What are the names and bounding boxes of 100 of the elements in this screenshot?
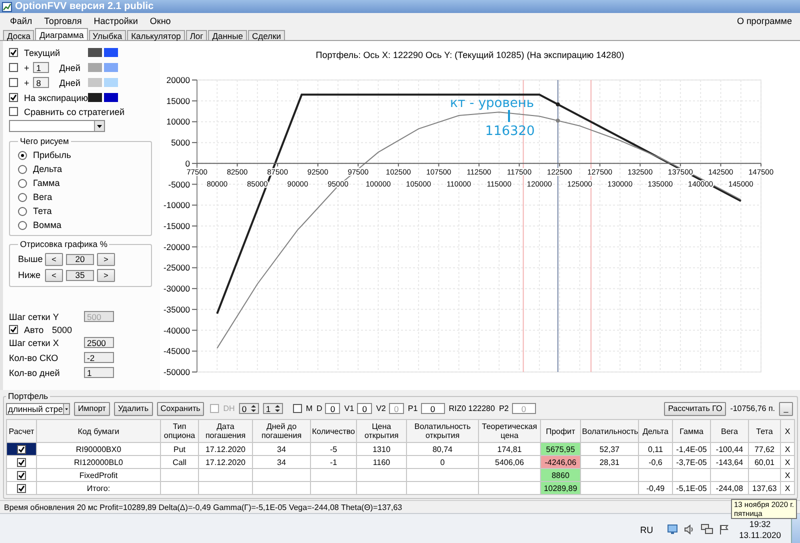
group-title: Чего рисуем bbox=[19, 136, 70, 146]
flag-icon[interactable] bbox=[719, 524, 730, 535]
radio-button[interactable] bbox=[18, 192, 27, 202]
tab[interactable]: Улыбка bbox=[88, 30, 126, 40]
setting-field[interactable]: 2500 bbox=[84, 337, 114, 348]
y-tick-label: -10000 bbox=[164, 200, 190, 210]
network-icon[interactable] bbox=[701, 524, 714, 535]
setting-field[interactable]: 1 bbox=[84, 367, 114, 378]
clock[interactable]: 19:32 13.11.2020 bbox=[739, 518, 781, 540]
increase-button[interactable]: > bbox=[97, 268, 115, 282]
selection-cell[interactable] bbox=[6, 442, 36, 456]
setting-label: Шаг сетки X bbox=[9, 338, 60, 348]
tab[interactable]: Доска bbox=[3, 30, 34, 40]
setting-field[interactable]: -2 bbox=[84, 352, 114, 363]
radio-button[interactable] bbox=[18, 220, 27, 230]
checkbox[interactable] bbox=[9, 78, 18, 87]
param-field[interactable]: 0 bbox=[325, 403, 340, 414]
tab[interactable]: Диаграмма bbox=[35, 28, 88, 40]
tab[interactable]: Сделки bbox=[248, 30, 285, 40]
column-header[interactable]: Профит bbox=[540, 420, 580, 442]
color-swatch[interactable] bbox=[88, 48, 102, 57]
percent-field[interactable]: 35 bbox=[66, 270, 94, 280]
option-label: Гамма bbox=[33, 178, 60, 188]
column-header[interactable]: Расчет bbox=[6, 420, 36, 442]
minimize-button[interactable]: _ bbox=[779, 402, 793, 416]
column-header[interactable]: Волатильность открытия bbox=[406, 420, 478, 442]
column-header[interactable]: Теоретическая цена bbox=[478, 420, 540, 442]
column-header[interactable]: Тета bbox=[748, 420, 780, 442]
days-field[interactable]: 8 bbox=[33, 77, 50, 88]
menu-item[interactable]: Файл bbox=[4, 16, 38, 26]
y-tick-label: -15000 bbox=[164, 221, 190, 231]
toolbar-button[interactable]: Сохранить bbox=[156, 402, 204, 416]
selection-cell[interactable] bbox=[6, 482, 36, 494]
tab[interactable]: Данные bbox=[208, 30, 247, 40]
column-header[interactable]: Дней до погашения bbox=[252, 420, 310, 442]
strategy-dropdown[interactable]: длинный стре bbox=[6, 402, 70, 414]
checkbox[interactable] bbox=[9, 48, 18, 57]
color-swatch[interactable] bbox=[88, 93, 102, 102]
radio-button[interactable] bbox=[18, 206, 27, 216]
radio-button[interactable] bbox=[18, 150, 27, 160]
selection-cell[interactable] bbox=[6, 468, 36, 482]
table-cell: -5 bbox=[310, 442, 356, 456]
column-header[interactable]: X bbox=[780, 420, 794, 442]
toolbar-button[interactable]: Импорт bbox=[74, 402, 110, 416]
table-cell: -100,44 bbox=[710, 442, 748, 456]
radio-button[interactable] bbox=[18, 178, 27, 188]
spin-arrows-icon bbox=[274, 404, 281, 413]
menu-item[interactable]: Окно bbox=[144, 16, 177, 26]
decrease-button[interactable]: < bbox=[45, 268, 63, 282]
checkbox[interactable] bbox=[17, 470, 26, 480]
menu-item[interactable]: Настройки bbox=[88, 16, 144, 26]
column-header[interactable]: Гамма bbox=[672, 420, 710, 442]
decrease-button[interactable]: < bbox=[45, 252, 63, 266]
days-field[interactable]: 1 bbox=[33, 62, 50, 73]
menu-item[interactable]: О программе bbox=[732, 16, 796, 26]
param-field[interactable]: 0 bbox=[357, 403, 372, 414]
param-field[interactable]: 0 bbox=[420, 403, 445, 414]
tab[interactable]: Калькулятор bbox=[127, 30, 185, 40]
column-header[interactable]: Вега bbox=[710, 420, 748, 442]
color-swatch[interactable] bbox=[88, 78, 102, 87]
column-header[interactable]: Дельта bbox=[638, 420, 672, 442]
selection-cell[interactable] bbox=[6, 456, 36, 468]
language-indicator[interactable]: RU bbox=[640, 524, 654, 534]
table-cell: 174,81 bbox=[478, 442, 540, 456]
spin-field[interactable]: 1 bbox=[262, 403, 283, 414]
column-header[interactable]: Дата погашения bbox=[198, 420, 252, 442]
increase-button[interactable]: > bbox=[97, 252, 115, 266]
column-header[interactable]: Количество bbox=[310, 420, 356, 442]
checkbox[interactable] bbox=[17, 458, 26, 466]
toolbar-button[interactable]: Удалить bbox=[114, 402, 153, 416]
column-header[interactable]: Волатильность bbox=[580, 420, 638, 442]
checkbox[interactable] bbox=[9, 107, 18, 116]
color-swatch[interactable] bbox=[104, 78, 118, 87]
column-header[interactable]: Тип опциона bbox=[160, 420, 198, 442]
radio-button[interactable] bbox=[18, 164, 27, 174]
color-swatch[interactable] bbox=[88, 63, 102, 72]
y-tick-label: 20000 bbox=[166, 75, 190, 85]
checkbox[interactable] bbox=[9, 93, 18, 102]
table-cell: RI120000BL0 bbox=[36, 456, 160, 468]
spin-field[interactable]: 0 bbox=[238, 403, 259, 414]
color-swatch[interactable] bbox=[104, 48, 118, 57]
checkbox[interactable] bbox=[9, 63, 18, 72]
column-header[interactable]: Цена открытия bbox=[356, 420, 406, 442]
tab[interactable]: Лог bbox=[186, 30, 208, 40]
checkbox[interactable] bbox=[17, 444, 26, 454]
strategy-dropdown[interactable] bbox=[9, 120, 105, 132]
checkbox[interactable] bbox=[17, 484, 26, 492]
spin-arrows-icon bbox=[250, 404, 257, 413]
checkbox[interactable] bbox=[292, 404, 302, 413]
plus-sign: + bbox=[24, 78, 30, 88]
range-label: Ниже bbox=[18, 270, 42, 280]
checkbox[interactable] bbox=[9, 325, 18, 334]
calculate-button[interactable]: Рассчитать ГО bbox=[664, 402, 726, 416]
monitor-icon[interactable] bbox=[667, 524, 678, 535]
speaker-icon[interactable] bbox=[684, 524, 696, 535]
percent-field[interactable]: 20 bbox=[66, 254, 94, 264]
color-swatch[interactable] bbox=[104, 93, 118, 102]
column-header[interactable]: Код бумаги bbox=[36, 420, 160, 442]
color-swatch[interactable] bbox=[104, 63, 118, 72]
menu-item[interactable]: Торговля bbox=[38, 16, 88, 26]
